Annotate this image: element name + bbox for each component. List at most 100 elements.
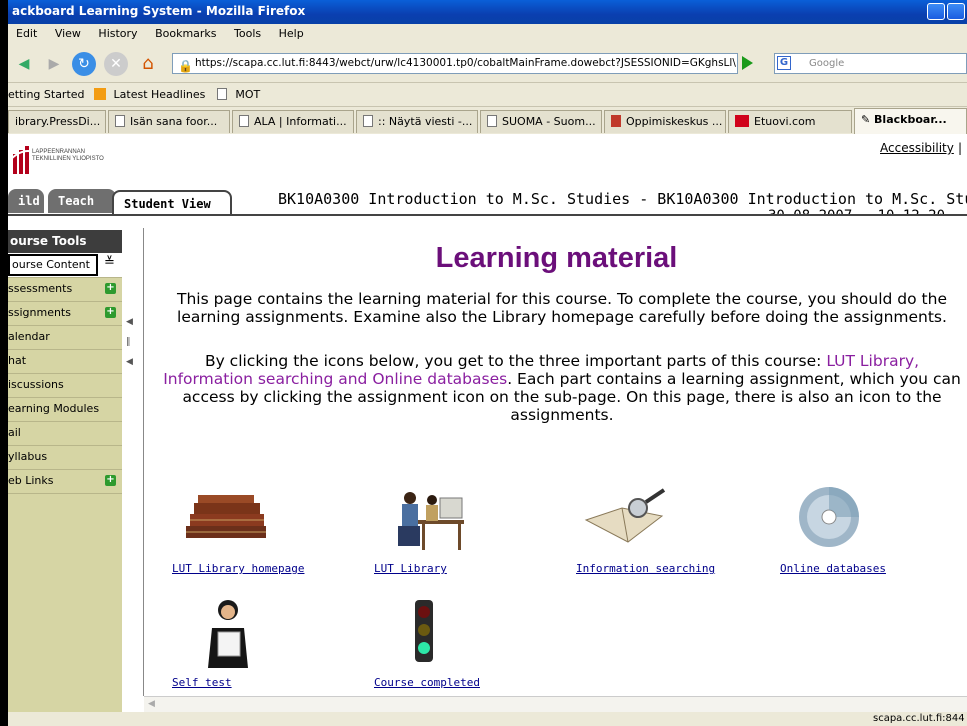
sidebar-item-label: ail: [8, 426, 21, 439]
tab-label: Isän sana foor...: [130, 115, 218, 128]
tab-label: ALA | Informati...: [254, 115, 347, 128]
tab-etuovi[interactable]: Etuovi.com: [728, 110, 852, 133]
maximize-button[interactable]: [947, 3, 965, 20]
window-titlebar: ackboard Learning System - Mozilla Firef…: [8, 0, 967, 24]
sidebar-item[interactable]: eb Links +: [8, 469, 122, 493]
traffic-light-icon[interactable]: [410, 598, 438, 664]
scroll-left-icon[interactable]: ◀: [148, 699, 155, 709]
accessibility-link[interactable]: Accessibility: [880, 141, 954, 155]
bookmarks-bar: etting Started Latest Headlines MOT: [8, 82, 967, 106]
lut-library-homepage-link[interactable]: LUT Library homepage: [172, 562, 304, 575]
sidebar-item[interactable]: earning Modules: [8, 397, 122, 421]
back-icon[interactable]: ◀: [12, 52, 36, 76]
parts-paragraph-start: By clicking the icons below, you get to …: [204, 352, 827, 370]
self-test-link[interactable]: Self test: [172, 676, 232, 689]
menu-bookmarks[interactable]: Bookmarks: [155, 24, 216, 44]
menu-tools[interactable]: Tools: [234, 24, 261, 44]
menu-view[interactable]: View: [55, 24, 81, 44]
menu-help[interactable]: Help: [279, 24, 304, 44]
site-identity-icon[interactable]: 🔒: [178, 57, 193, 73]
window-title: ackboard Learning System - Mozilla Firef…: [12, 4, 306, 18]
tab-oppimiskeskus[interactable]: Oppimiskeskus ...: [604, 110, 726, 133]
menu-history[interactable]: History: [98, 24, 137, 44]
tab-underline: [8, 214, 967, 216]
sidebar-item[interactable]: hat: [8, 349, 122, 373]
tab-teach[interactable]: Teach: [48, 189, 116, 213]
sidebar-item[interactable]: ssessments +: [8, 277, 122, 301]
search-input[interactable]: G Google: [774, 53, 967, 74]
intro-paragraph: This page contains the learning material…: [176, 290, 947, 326]
menu-bar: Edit View History Bookmarks Tools Help: [8, 24, 967, 44]
sidebar-heading: ourse Tools: [8, 230, 122, 253]
sidebar-item[interactable]: alendar: [8, 325, 122, 349]
course-date: 30.08.2007 - 10.12.20: [768, 208, 946, 224]
tab-isan-sana[interactable]: Isän sana foor...: [108, 110, 230, 133]
tab-label: SUOMA - Suom...: [502, 115, 596, 128]
search-engine-icon[interactable]: G: [777, 56, 791, 70]
forward-icon[interactable]: ▶: [42, 52, 66, 76]
tab-student-view[interactable]: Student View: [112, 190, 232, 216]
browser-window: ackboard Learning System - Mozilla Firef…: [8, 0, 967, 726]
online-databases-link[interactable]: Online databases: [780, 562, 886, 575]
page-icon: [487, 115, 497, 127]
collapse-icon[interactable]: ≚: [104, 255, 115, 270]
sidebar-item-label: ssignments: [8, 306, 71, 319]
tab-build[interactable]: ild: [8, 189, 44, 213]
tab-nayta-viesti[interactable]: :: Näytä viesti -...: [356, 110, 478, 133]
main-content: Learning material This page contains the…: [146, 232, 967, 702]
sidebar-item-label: hat: [8, 354, 27, 367]
reload-icon[interactable]: ↻: [72, 52, 96, 76]
page-icon: [216, 88, 227, 100]
tab-strip: ibrary.PressDi... Isän sana foor... ALA …: [8, 106, 967, 135]
bookmark-getting-started[interactable]: etting Started: [8, 83, 85, 107]
add-icon[interactable]: +: [105, 307, 116, 318]
information-searching-link[interactable]: Information searching: [576, 562, 715, 575]
page-icon: [611, 115, 621, 127]
go-icon[interactable]: [742, 56, 753, 70]
lut-library-link[interactable]: LUT Library: [374, 562, 447, 575]
sidebar-resize-handle[interactable]: ◀ ‖ ◀: [126, 312, 142, 372]
sidebar-item-label: alendar: [8, 330, 50, 343]
stop-icon[interactable]: ✕: [104, 52, 128, 76]
tab-library-pressdi[interactable]: ibrary.PressDi...: [8, 110, 106, 133]
sidebar-item-course-content[interactable]: ourse Content: [8, 254, 98, 276]
home-icon[interactable]: ⌂: [136, 52, 160, 76]
course-completed-link[interactable]: Course completed: [374, 676, 480, 689]
minimize-button[interactable]: [927, 3, 945, 20]
tab-label: Etuovi.com: [754, 115, 816, 128]
tab-blackboard[interactable]: ✎ Blackboar...: [854, 108, 967, 135]
book-magnifier-icon[interactable]: [582, 486, 670, 546]
self-test-icon[interactable]: [202, 598, 254, 668]
url-text: https://scapa.cc.lut.fi:8443/webct/urw/l…: [195, 57, 736, 69]
add-icon[interactable]: +: [105, 283, 116, 294]
bookmark-mot[interactable]: MOT: [235, 83, 260, 107]
tab-ala[interactable]: ALA | Informati...: [232, 110, 354, 133]
url-input[interactable]: 🔒 https://scapa.cc.lut.fi:8443/webct/urw…: [172, 53, 738, 74]
sidebar-item-label: eb Links: [8, 474, 54, 487]
university-logo: [10, 146, 34, 174]
rss-icon: [94, 88, 107, 100]
horizontal-scrollbar[interactable]: ◀: [144, 696, 967, 712]
frame-divider: [143, 228, 144, 696]
tab-label: :: Näytä viesti -...: [378, 115, 473, 128]
page-icon: [239, 115, 249, 127]
cd-icon[interactable]: [796, 486, 862, 548]
search-placeholder: Google: [809, 58, 845, 69]
bookmark-latest-headlines[interactable]: Latest Headlines: [114, 83, 206, 107]
sidebar-item-label: iscussions: [8, 378, 64, 391]
books-icon[interactable]: [184, 494, 270, 540]
university-name: LAPPEENRANNAN TEKNILLINEN YLIOPISTO: [32, 149, 104, 163]
add-icon[interactable]: +: [105, 475, 116, 486]
etuovi-icon: [735, 115, 749, 127]
tab-label: ibrary.PressDi...: [15, 115, 101, 128]
sidebar-item[interactable]: iscussions: [8, 373, 122, 397]
sidebar-item[interactable]: ail: [8, 421, 122, 445]
students-computer-icon[interactable]: [388, 490, 466, 552]
sidebar-item-label: yllabus: [8, 450, 48, 463]
sidebar-item[interactable]: yllabus: [8, 445, 122, 469]
menu-edit[interactable]: Edit: [16, 24, 37, 44]
blackboard-icon: ✎: [861, 113, 875, 126]
sidebar-items: ssessments + ssignments + alendar hat iscussio…: [8, 277, 122, 493]
sidebar-item[interactable]: ssignments +: [8, 301, 122, 325]
tab-suoma[interactable]: SUOMA - Suom...: [480, 110, 602, 133]
